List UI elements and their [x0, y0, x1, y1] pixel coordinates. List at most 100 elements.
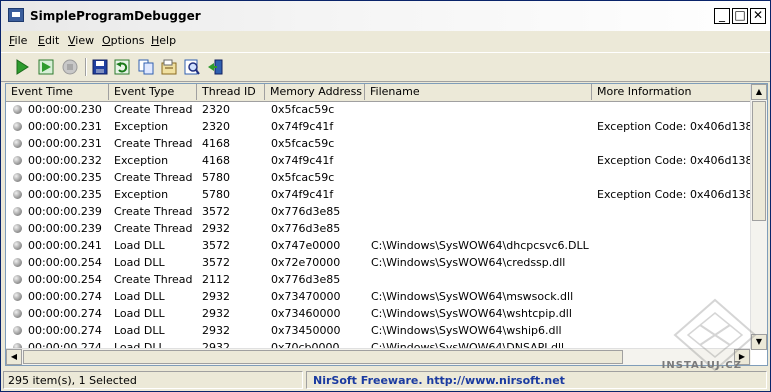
cell-thread-id: 5780 — [202, 188, 230, 201]
app-icon — [8, 8, 24, 22]
cell-thread-id: 5780 — [202, 171, 230, 184]
cell-event-type: Exception — [114, 120, 169, 133]
menu-edit[interactable]: Edit — [38, 34, 59, 47]
event-status-icon — [13, 173, 22, 182]
event-status-icon — [13, 224, 22, 233]
table-row[interactable]: 00:00:00.231 Create Thread 4168 0x5fcac59c — [6, 135, 751, 152]
cell-memory-address: 0x73460000 — [271, 307, 341, 320]
column-header-filename[interactable]: Filename — [365, 84, 592, 100]
table-row[interactable]: 00:00:00.241 Load DLL 3572 0x747e0000 C:\Win… — [6, 237, 751, 254]
cell-more-information — [597, 169, 751, 186]
horizontal-scrollbar[interactable]: ◀ ▶ — [6, 348, 751, 365]
cell-memory-address: 0x74f9c41f — [271, 188, 334, 201]
cell-memory-address: 0x73450000 — [271, 324, 341, 337]
cell-memory-address: 0x73470000 — [271, 290, 341, 303]
cell-thread-id: 2932 — [202, 307, 230, 320]
cell-thread-id: 2112 — [202, 273, 230, 286]
cell-event-type: Load DLL — [114, 290, 165, 303]
menu-file[interactable]: File — [9, 34, 27, 47]
cell-event-time: 00:00:00.239 — [28, 205, 102, 218]
table-row[interactable]: 00:00:00.254 Create Thread 2112 0x776d3e85 — [6, 271, 751, 288]
cell-filename — [371, 152, 591, 169]
cell-event-time: 00:00:00.230 — [28, 103, 102, 116]
column-header-memory-address[interactable]: Memory Address — [265, 84, 365, 100]
cell-event-time: 00:00:00.231 — [28, 120, 102, 133]
cell-filename: C:\Windows\SysWOW64\mswsock.dll — [371, 290, 574, 303]
cell-event-time: 00:00:00.274 — [28, 324, 102, 337]
event-status-icon — [13, 190, 22, 199]
scroll-up-button[interactable]: ▲ — [751, 84, 767, 100]
run-icon[interactable] — [13, 58, 31, 76]
table-row[interactable]: 00:00:00.231 Exception 2320 0x74f9c41f Excep… — [6, 118, 751, 135]
toolbar — [1, 52, 770, 82]
horizontal-scroll-thumb[interactable] — [23, 350, 623, 364]
cell-thread-id: 3572 — [202, 239, 230, 252]
scroll-left-button[interactable]: ◀ — [6, 349, 22, 365]
table-row[interactable]: 00:00:00.235 Exception 5780 0x74f9c41f Excep… — [6, 186, 751, 203]
cell-more-information — [597, 237, 751, 254]
cell-event-time: 00:00:00.235 — [28, 171, 102, 184]
exit-icon[interactable] — [206, 58, 224, 76]
title-bar[interactable]: SimpleProgramDebugger _ □ ✕ — [1, 1, 770, 32]
table-row[interactable]: 00:00:00.239 Create Thread 3572 0x776d3e85 — [6, 203, 751, 220]
close-button[interactable]: ✕ — [750, 8, 766, 24]
run-step-icon[interactable] — [37, 58, 55, 76]
cell-event-type: Create Thread — [114, 103, 193, 116]
app-window: SimpleProgramDebugger _ □ ✕ File Edit Vi… — [0, 0, 771, 392]
cell-memory-address: 0x5fcac59c — [271, 137, 335, 150]
column-header-event-time[interactable]: Event Time — [6, 84, 109, 100]
table-row[interactable]: 00:00:00.274 Load DLL 2932 0x73460000 C:\Win… — [6, 305, 751, 322]
cell-event-time: 00:00:00.231 — [28, 137, 102, 150]
table-row[interactable]: 00:00:00.232 Exception 4168 0x74f9c41f Excep… — [6, 152, 751, 169]
cell-memory-address: 0x72e70000 — [271, 256, 341, 269]
cell-event-time: 00:00:00.254 — [28, 273, 102, 286]
cell-thread-id: 2320 — [202, 120, 230, 133]
window-title: SimpleProgramDebugger — [30, 9, 201, 23]
table-row[interactable]: 00:00:00.254 Load DLL 3572 0x72e70000 C:\Win… — [6, 254, 751, 271]
menu-options[interactable]: Options — [102, 34, 144, 47]
status-bar: 295 item(s), 1 Selected NirSoft Freeware… — [1, 369, 770, 391]
table-row[interactable]: 00:00:00.235 Create Thread 5780 0x5fcac59c — [6, 169, 751, 186]
cell-filename: C:\Windows\SysWOW64\wshtcpip.dll — [371, 307, 572, 320]
copy-icon[interactable] — [137, 58, 155, 76]
cell-more-information — [597, 220, 751, 237]
event-status-icon — [13, 122, 22, 131]
stop-icon[interactable] — [61, 58, 79, 76]
cell-event-type: Exception — [114, 188, 169, 201]
column-header-more-information[interactable]: More Information — [592, 84, 751, 100]
cell-memory-address: 0x776d3e85 — [271, 222, 341, 235]
find-icon[interactable] — [183, 58, 201, 76]
cell-thread-id: 2320 — [202, 103, 230, 116]
refresh-icon[interactable] — [113, 58, 131, 76]
table-row[interactable]: 00:00:00.274 Load DLL 2932 0x73450000 C:\Win… — [6, 322, 751, 339]
vertical-scroll-thumb[interactable] — [752, 101, 766, 221]
cell-thread-id: 4168 — [202, 154, 230, 167]
table-row[interactable]: 00:00:00.274 Load DLL 2932 0x73470000 C:\Win… — [6, 288, 751, 305]
minimize-button[interactable]: _ — [714, 8, 730, 24]
cell-filename — [371, 135, 591, 152]
event-status-icon — [13, 207, 22, 216]
menu-view[interactable]: View — [68, 34, 94, 47]
table-row[interactable]: 00:00:00.230 Create Thread 2320 0x5fcac59c — [6, 101, 751, 118]
cell-more-information — [597, 254, 751, 271]
maximize-button[interactable]: □ — [732, 8, 748, 24]
cell-filename: C:\Windows\SysWOW64\credssp.dll — [371, 256, 566, 269]
table-row[interactable]: 00:00:00.239 Create Thread 2932 0x776d3e85 — [6, 220, 751, 237]
column-header-event-type[interactable]: Event Type — [109, 84, 197, 100]
cell-memory-address: 0x776d3e85 — [271, 205, 341, 218]
column-header-thread-id[interactable]: Thread ID — [197, 84, 265, 100]
event-status-icon — [13, 292, 22, 301]
cell-more-information — [597, 101, 751, 118]
save-icon[interactable] — [91, 58, 109, 76]
properties-icon[interactable] — [160, 58, 178, 76]
cell-thread-id: 2932 — [202, 222, 230, 235]
cell-event-type: Load DLL — [114, 307, 165, 320]
cell-event-type: Create Thread — [114, 273, 193, 286]
event-status-icon — [13, 241, 22, 250]
event-list[interactable]: Event Time Event Type Thread ID Memory A… — [5, 83, 768, 366]
menu-bar: File Edit View Options Help — [1, 31, 770, 51]
event-status-icon — [13, 326, 22, 335]
event-status-icon — [13, 309, 22, 318]
cell-thread-id: 4168 — [202, 137, 230, 150]
menu-help[interactable]: Help — [151, 34, 176, 47]
